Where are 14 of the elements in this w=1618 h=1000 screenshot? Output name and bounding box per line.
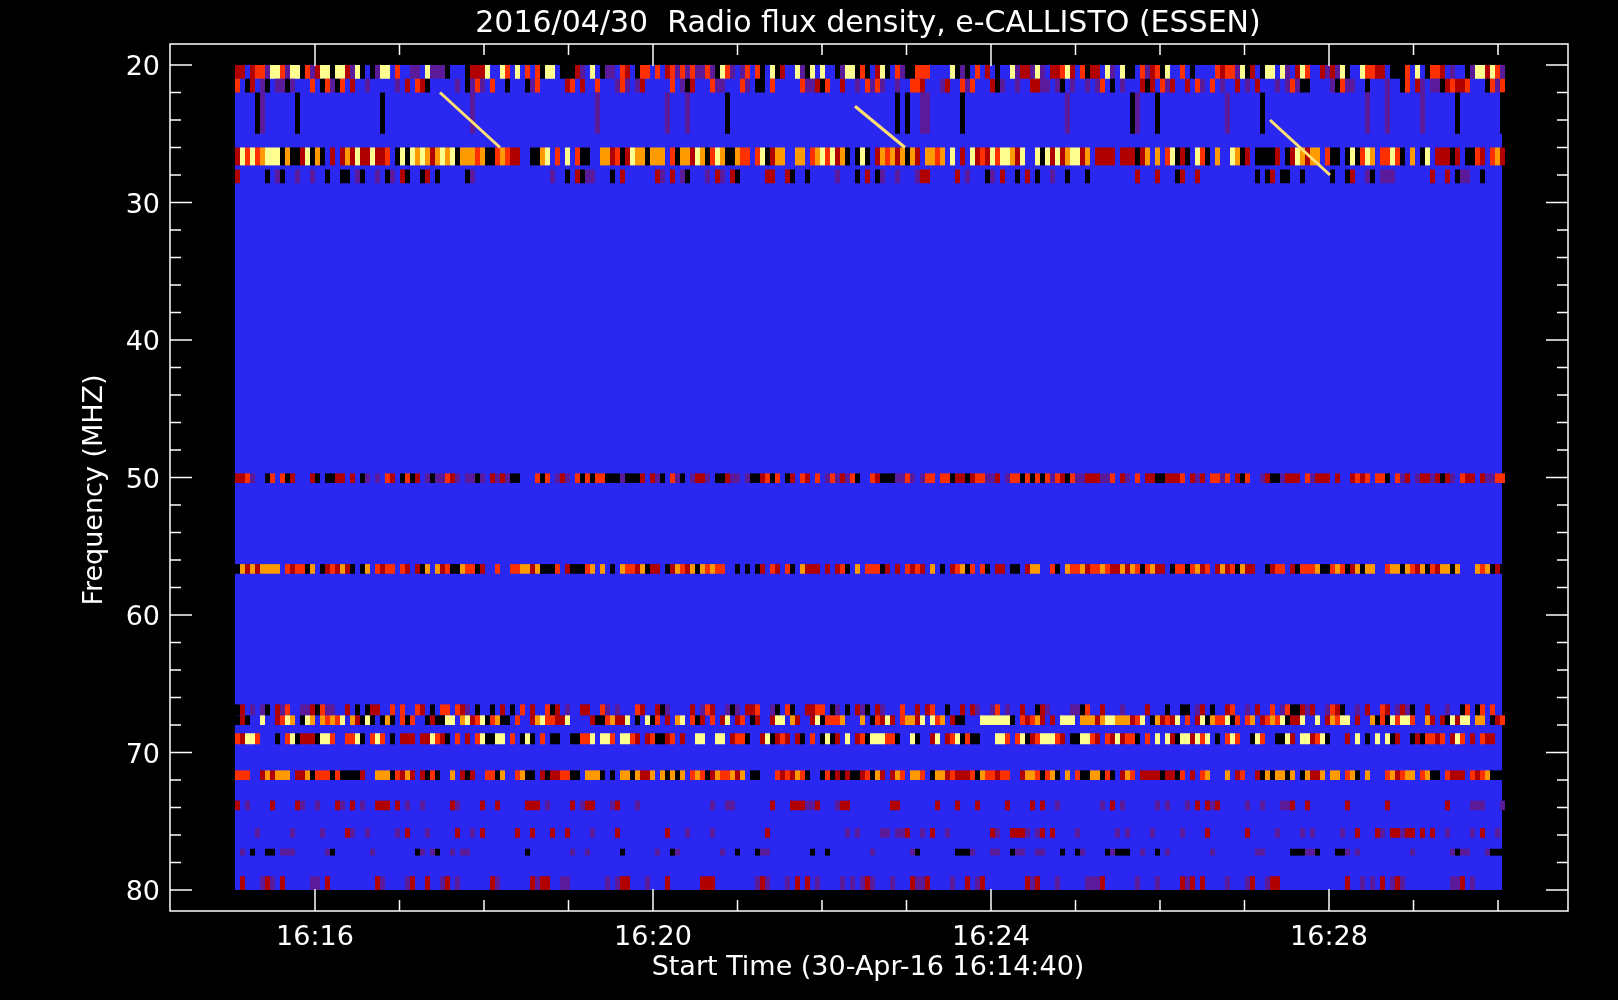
tick-label: 30 [125,187,160,219]
tick-label: 50 [125,462,160,494]
chart-title: 2016/04/30 Radio flux density, e-CALLISTO (ESSEN) [475,4,1261,39]
tick-label: 60 [125,600,160,631]
tick-label: 70 [125,737,160,769]
tick-label: 16:28 [1290,920,1368,951]
tick-label: 40 [125,325,160,356]
tick-label: 16:20 [614,920,692,951]
axis-label: Start Time (30-Apr-16 16:14:40) [651,950,1085,981]
tick-label: 20 [125,50,160,81]
tick-label: 16:24 [952,920,1030,951]
tick-label: 80 [125,875,160,906]
axis-label: Frequency (MHZ) [77,374,108,606]
tick-label: 16:16 [276,920,354,951]
